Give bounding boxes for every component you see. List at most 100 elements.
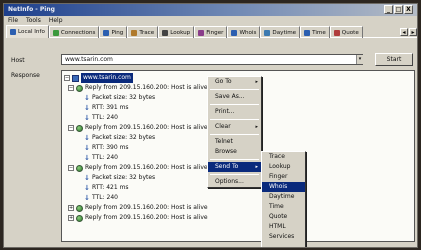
arrow-down-icon: ↓: [84, 113, 90, 122]
reply-row[interactable]: − Reply from 209.15.160.200: Host is ali…: [68, 163, 208, 173]
reply-row[interactable]: − Reply from 209.15.160.200: Host is ali…: [68, 83, 208, 93]
tab-connections[interactable]: Connections: [48, 26, 100, 38]
tab-quote[interactable]: Quote: [329, 26, 363, 38]
menu-separator: [210, 174, 259, 175]
info-icon: [10, 29, 16, 35]
submenu-arrow-icon: ▸: [255, 124, 258, 130]
collapse-icon[interactable]: −: [68, 165, 74, 171]
packet-row: ↓ Packet size: 32 bytes: [84, 173, 156, 182]
ping-icon: [103, 29, 110, 36]
expand-icon[interactable]: +: [68, 215, 74, 221]
tab-scroll-buttons: ◂ ▸: [400, 26, 417, 37]
menu-bar: File Tools Help: [4, 16, 417, 26]
submenu-item-lookup[interactable]: Lookup: [262, 162, 305, 172]
time-icon: [304, 29, 311, 36]
tree-root-label: www.tsarin.com: [81, 73, 133, 83]
tab-time[interactable]: Time: [300, 26, 330, 38]
submenu-arrow-icon: ▸: [255, 79, 258, 85]
minimize-button[interactable]: _: [384, 5, 393, 14]
arrow-down-icon: ↓: [84, 193, 90, 202]
send-to-submenu: Trace Lookup Finger Whois Daytime Time Q…: [261, 151, 306, 247]
finger-icon: [198, 29, 205, 36]
tab-local-info[interactable]: Local Info: [6, 25, 49, 38]
reply-row[interactable]: + Reply from 209.15.160.200: Host is ali…: [68, 213, 208, 223]
menu-item-options[interactable]: Options...: [208, 177, 261, 187]
reply-row[interactable]: − Reply from 209.15.160.200: Host is ali…: [68, 123, 208, 133]
reply-icon: [76, 124, 83, 132]
collapse-icon[interactable]: −: [68, 85, 74, 91]
menu-separator: [210, 104, 259, 105]
quote-icon: [333, 29, 340, 36]
title-bar: NetInfo - Ping _ □ X: [4, 4, 417, 16]
daytime-icon: [264, 29, 271, 36]
rtt-row: ↓ RTT: 391 ms: [84, 103, 129, 112]
lookup-icon: [162, 29, 169, 36]
submenu-item-time[interactable]: Time: [262, 202, 305, 212]
arrow-down-icon: ↓: [84, 153, 90, 162]
submenu-item-daytime[interactable]: Daytime: [262, 192, 305, 202]
submenu-item-trace[interactable]: Trace: [262, 152, 305, 162]
app-window: NetInfo - Ping _ □ X File Tools Help Loc…: [3, 3, 418, 248]
menu-item-clear[interactable]: Clear ▸: [208, 122, 261, 132]
menu-item-browse[interactable]: Browse: [208, 147, 261, 157]
rtt-row: ↓ RTT: 421 ms: [84, 183, 129, 192]
menu-item-telnet[interactable]: Telnet: [208, 137, 261, 147]
whois-icon: [231, 29, 238, 36]
submenu-item-quote[interactable]: Quote: [262, 212, 305, 222]
menu-item-save-as[interactable]: Save As...: [208, 92, 261, 102]
submenu-item-services[interactable]: Services: [262, 232, 305, 242]
menu-separator: [210, 159, 259, 160]
packet-row: ↓ Packet size: 32 bytes: [84, 93, 156, 102]
arrow-down-icon: ↓: [84, 103, 90, 112]
submenu-item-whois[interactable]: Whois: [262, 182, 305, 192]
close-button[interactable]: X: [404, 5, 413, 14]
host-input[interactable]: www.tsarin.com: [61, 54, 363, 65]
menu-item-send-to[interactable]: Send To ▸: [208, 162, 261, 172]
host-dropdown-icon[interactable]: ▾: [356, 55, 363, 64]
expand-icon[interactable]: +: [68, 205, 74, 211]
host-icon: [72, 74, 79, 82]
collapse-icon[interactable]: −: [64, 75, 70, 81]
tab-ping[interactable]: Ping: [99, 26, 128, 38]
submenu-item-finger[interactable]: Finger: [262, 172, 305, 182]
window-title: NetInfo - Ping: [8, 6, 55, 13]
connections-icon: [52, 29, 59, 36]
arrow-down-icon: ↓: [84, 173, 90, 182]
menu-separator: [210, 89, 259, 90]
maximize-button[interactable]: □: [394, 5, 403, 14]
window-controls: _ □ X: [384, 5, 413, 14]
collapse-icon[interactable]: −: [68, 125, 74, 131]
reply-icon: [76, 204, 83, 212]
submenu-arrow-icon: ▸: [255, 164, 258, 170]
menu-item-print[interactable]: Print...: [208, 107, 261, 117]
arrow-down-icon: ↓: [84, 143, 90, 152]
rtt-row: ↓ RTT: 390 ms: [84, 143, 129, 152]
tab-whois[interactable]: Whois: [227, 26, 261, 38]
ttl-row: ↓ TTL: 240: [84, 193, 118, 202]
start-button[interactable]: Start: [375, 53, 413, 66]
tab-daytime[interactable]: Daytime: [260, 26, 301, 38]
response-label: Response: [11, 72, 40, 79]
menu-item-go-to[interactable]: Go To ▸: [208, 77, 261, 87]
arrow-down-icon: ↓: [84, 93, 90, 102]
tab-finger[interactable]: Finger: [194, 26, 228, 38]
trace-icon: [131, 29, 138, 36]
menu-help[interactable]: Help: [49, 16, 63, 26]
tab-lookup[interactable]: Lookup: [158, 26, 195, 38]
arrow-down-icon: ↓: [84, 133, 90, 142]
tab-trace[interactable]: Trace: [127, 26, 159, 38]
reply-icon: [76, 214, 83, 222]
reply-icon: [76, 84, 83, 92]
context-menu: Go To ▸ Save As... Print... Clear ▸ Telnet…: [207, 76, 262, 188]
ttl-row: ↓ TTL: 240: [84, 153, 118, 162]
host-label: Host: [11, 57, 25, 64]
tree-root[interactable]: − www.tsarin.com: [64, 73, 133, 83]
menu-separator: [210, 119, 259, 120]
tab-scroll-left-icon[interactable]: ◂: [400, 28, 408, 36]
menu-separator: [210, 134, 259, 135]
reply-row[interactable]: + Reply from 209.15.160.200: Host is ali…: [68, 203, 208, 213]
arrow-down-icon: ↓: [84, 183, 90, 192]
tab-row: Local Info Connections Ping Trace Lookup…: [6, 25, 417, 38]
tab-scroll-right-icon[interactable]: ▸: [409, 28, 417, 36]
submenu-item-html[interactable]: HTML: [262, 222, 305, 232]
